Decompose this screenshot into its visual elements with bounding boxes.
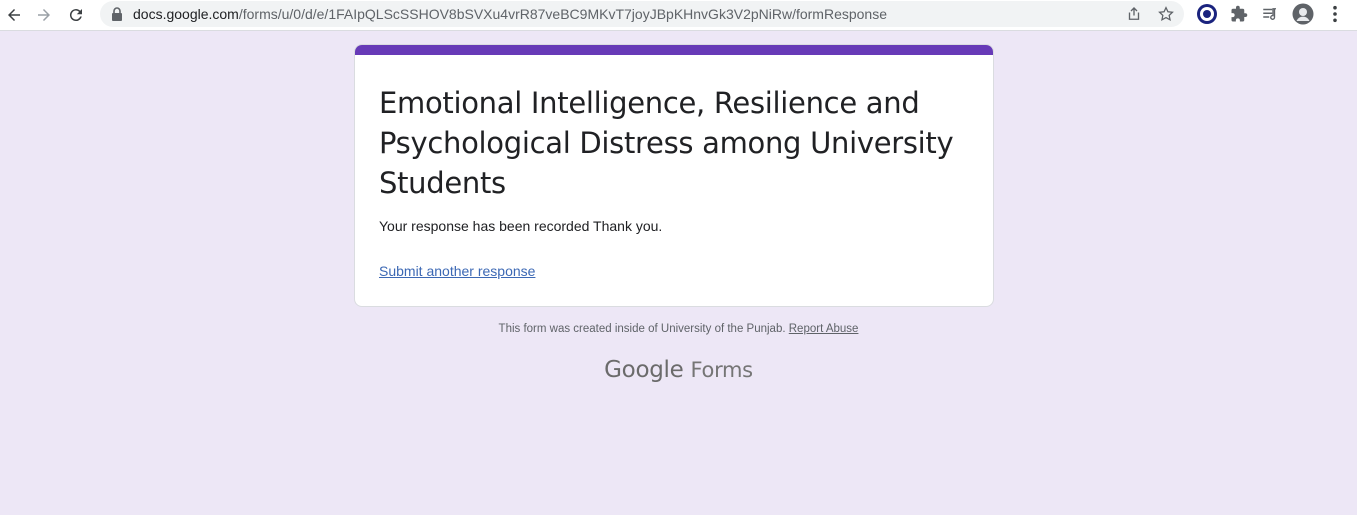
google-forms-logo[interactable]: Google Forms [0,357,1357,383]
submit-another-response-link[interactable]: Submit another response [379,263,535,279]
reload-icon [69,9,82,22]
reload-button[interactable] [64,3,88,27]
form-response-card: Emotional Intelligence, Resilience and P… [354,44,994,307]
lock-icon [112,7,122,21]
media-playlist-icon[interactable] [1259,3,1281,25]
confirmation-message: Your response has been recorded Thank yo… [379,218,663,234]
back-button[interactable] [2,3,26,27]
arrow-right-icon [38,9,50,21]
form-title: Emotional Intelligence, Resilience and P… [379,86,954,200]
extension-at-icon[interactable] [1196,3,1218,25]
bookmark-star-icon[interactable] [1157,5,1175,23]
arrow-left-icon [8,9,20,21]
url-text[interactable]: docs.google.com/forms/u/0/d/e/1FAIpQLScS… [133,6,887,22]
google-logo-text: Google [604,357,684,383]
profile-avatar-icon[interactable] [1292,3,1314,25]
forms-logo-text: Forms [690,358,753,382]
address-bar[interactable]: docs.google.com/forms/u/0/d/e/1FAIpQLScS… [100,1,1184,27]
created-inside-text: This form was created inside of Universi… [498,323,786,335]
report-abuse-link[interactable]: Report Abuse [789,323,859,335]
forward-button[interactable] [32,3,56,27]
form-footer: This form was created inside of Universi… [0,323,1357,335]
url-host: docs.google.com [133,6,239,22]
form-accent-bar [355,45,993,55]
share-icon[interactable] [1125,5,1143,23]
browser-menu-icon[interactable] [1324,3,1346,25]
url-path: /forms/u/0/d/e/1FAIpQLScSSHOV8bSVXu4vrR8… [238,6,888,22]
extensions-puzzle-icon[interactable] [1228,3,1250,25]
browser-toolbar: docs.google.com/forms/u/0/d/e/1FAIpQLScS… [0,0,1357,31]
